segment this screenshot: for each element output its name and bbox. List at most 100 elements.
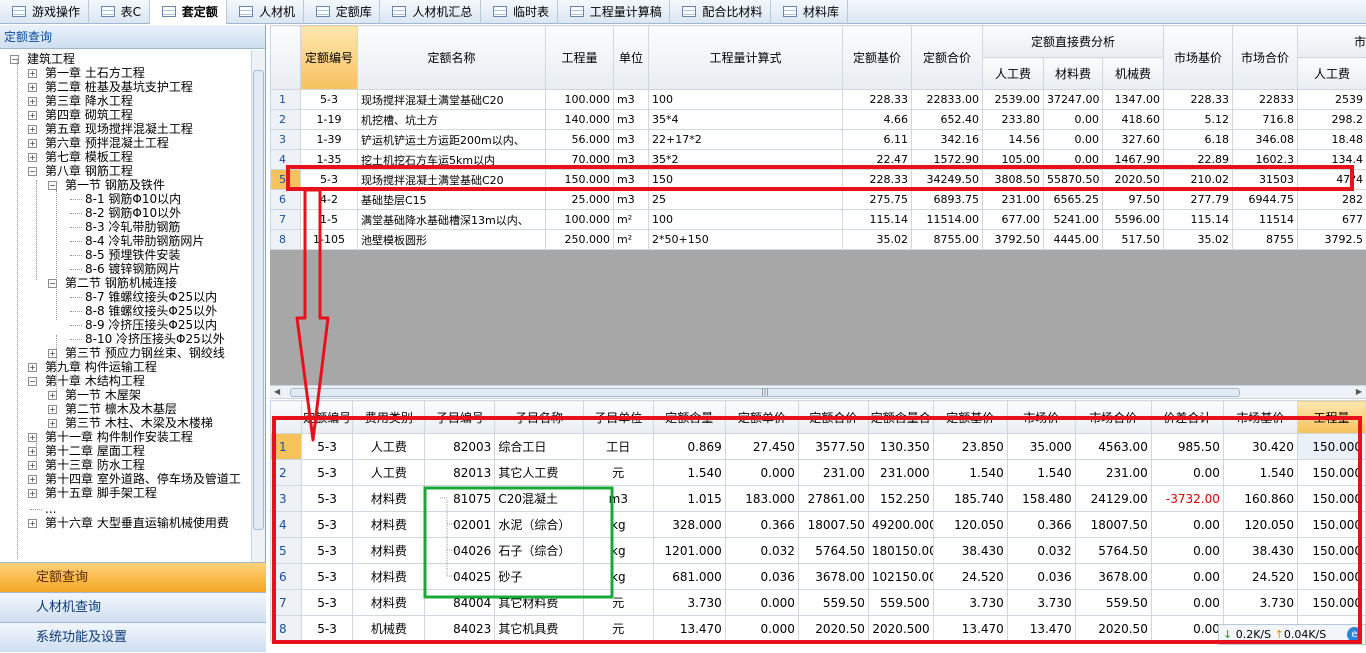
quota-row[interactable]: 21-19机挖槽、坑土方140.000m335*44.66652.40233.8… — [271, 110, 1366, 130]
cell-code[interactable]: 5-3 — [301, 90, 358, 110]
col-header-base-price[interactable]: 定额基价 — [843, 26, 912, 90]
tab-apply-quota[interactable]: 套定额 — [150, 0, 227, 24]
cell-machine[interactable]: 517.50 — [1103, 230, 1164, 250]
cell-market-price[interactable]: 115.14 — [1164, 210, 1233, 230]
scroll-left-arrow-icon[interactable]: ◀ — [274, 387, 280, 396]
detail-cell-total[interactable]: 3678.00 — [798, 564, 868, 590]
detail-row[interactable]: 35-3材料费81075C20混凝土m31.015183.00027861.00… — [271, 486, 1366, 512]
cell-base-total[interactable]: 34249.50 — [912, 170, 983, 190]
cell-unit[interactable]: m3 — [614, 190, 649, 210]
detail-col-header[interactable]: 定额编号 — [301, 401, 352, 434]
detail-cell-content[interactable]: 3.730 — [653, 590, 725, 616]
tree-node[interactable]: −建筑工程 — [26, 52, 76, 66]
detail-cell-total[interactable]: 5764.50 — [798, 538, 868, 564]
tree-node[interactable]: +第三节 木柱、木梁及木楼梯 — [64, 416, 214, 430]
detail-cell-sub-code[interactable]: 04025 — [425, 564, 495, 590]
tree-node[interactable]: +第十二章 屋面工程 — [44, 444, 146, 458]
detail-cell-code[interactable]: 5-3 — [301, 590, 352, 616]
cell-formula[interactable]: 100 — [649, 210, 843, 230]
cell-market-labor[interactable]: 282 — [1298, 190, 1366, 210]
tab-quantity-draft[interactable]: 工程量计算稿 — [558, 0, 671, 24]
detail-cell-price[interactable]: 27.450 — [725, 434, 798, 460]
cell-material[interactable]: 55870.50 — [1044, 170, 1103, 190]
detail-cell-price[interactable]: 0.032 — [725, 538, 798, 564]
detail-cell-diff[interactable]: -3732.00 — [1151, 486, 1223, 512]
detail-col-header[interactable]: 工程量 — [1297, 401, 1365, 434]
tree-node[interactable]: +第三章 降水工程 — [44, 94, 134, 108]
tab-temp-table[interactable]: 临时表 — [481, 0, 558, 24]
expand-icon[interactable]: + — [28, 69, 37, 78]
tab-game-ops[interactable]: 游戏操作 — [0, 0, 89, 24]
detail-cell-price[interactable]: 0.000 — [725, 590, 798, 616]
quota-tree[interactable]: −建筑工程+第一章 土石方工程+第二章 桩基及基坑支护工程+第三章 降水工程+第… — [0, 50, 250, 573]
col-header-labor[interactable]: 人工费 — [983, 58, 1044, 90]
expand-icon[interactable]: + — [28, 153, 37, 162]
tree-node[interactable]: +第十五章 脚手架工程 — [44, 486, 158, 500]
cell-qty[interactable]: 25.000 — [546, 190, 614, 210]
cell-labor[interactable]: 231.00 — [983, 190, 1044, 210]
detail-col-header[interactable]: 费用类别 — [353, 401, 425, 434]
cell-base-price[interactable]: 228.33 — [843, 90, 912, 110]
cell-market-labor[interactable]: 3792.5 — [1298, 230, 1366, 250]
detail-col-header[interactable]: 子目名称 — [495, 401, 584, 434]
detail-cell-qty[interactable]: 150.000 — [1297, 590, 1365, 616]
detail-cell-cat[interactable]: 材料费 — [353, 590, 425, 616]
detail-cell-diff[interactable]: 985.50 — [1151, 434, 1223, 460]
tree-node[interactable]: 8-10 冷挤压接头Φ25以外 — [84, 332, 226, 346]
cell-labor[interactable]: 2539.00 — [983, 90, 1044, 110]
row-number[interactable]: 8 — [271, 230, 301, 250]
col-header-material[interactable]: 材料费 — [1044, 58, 1103, 90]
detail-cell-mkt-base[interactable]: 1.540 — [1223, 460, 1297, 486]
expand-icon[interactable]: + — [28, 97, 37, 106]
detail-cell-cat[interactable]: 材料费 — [353, 512, 425, 538]
detail-cell-sub-name[interactable]: 石子（综合） — [495, 538, 584, 564]
collapse-icon[interactable]: − — [28, 167, 37, 176]
detail-cell-mkt-total[interactable]: 2020.50 — [1075, 616, 1151, 642]
cell-machine[interactable]: 5596.00 — [1103, 210, 1164, 230]
tree-node[interactable]: +第十四章 室外道路、停车场及管道工 — [44, 472, 242, 486]
cell-qty[interactable]: 250.000 — [546, 230, 614, 250]
cell-labor[interactable]: 3808.50 — [983, 170, 1044, 190]
cell-base-price[interactable]: 228.33 — [843, 170, 912, 190]
detail-cell-total[interactable]: 27861.00 — [798, 486, 868, 512]
quota-row[interactable]: 31-39铲运机铲运土方运距200m以内、56.000m322+17*26.11… — [271, 130, 1366, 150]
quota-row[interactable]: 71-5满堂基础降水基础槽深13m以内、100.000m²100115.1411… — [271, 210, 1366, 230]
detail-col-header[interactable]: 定额合价 — [798, 401, 868, 434]
detail-col-header[interactable]: 定额含量合 — [868, 401, 933, 434]
tab-quota-library[interactable]: 定额库 — [304, 0, 381, 24]
cell-unit[interactable]: m3 — [614, 170, 649, 190]
tab-mix-material[interactable]: 配合比材料 — [670, 0, 771, 24]
cell-labor[interactable]: 233.80 — [983, 110, 1044, 130]
tab-table-c[interactable]: 表C — [89, 0, 150, 24]
cell-market-labor[interactable]: 47?4 — [1298, 170, 1366, 190]
detail-cell-price[interactable]: 0.036 — [725, 564, 798, 590]
cell-formula[interactable]: 35*2 — [649, 150, 843, 170]
cell-formula[interactable]: 22+17*2 — [649, 130, 843, 150]
cell-unit[interactable]: m² — [614, 230, 649, 250]
detail-cell-cat[interactable]: 材料费 — [353, 564, 425, 590]
cell-name[interactable]: 池壁模板圆形 — [358, 230, 546, 250]
detail-cell-content[interactable]: 1201.000 — [653, 538, 725, 564]
cell-formula[interactable]: 35*4 — [649, 110, 843, 130]
detail-cell-total[interactable]: 2020.50 — [798, 616, 868, 642]
cell-code[interactable]: 1-39 — [301, 130, 358, 150]
cell-name[interactable]: 现场搅拌混凝土满堂基础C20 — [358, 170, 546, 190]
detail-cell-diff[interactable]: 0.00 — [1151, 616, 1223, 642]
cell-machine[interactable]: 327.60 — [1103, 130, 1164, 150]
detail-cell-price[interactable]: 0.366 — [725, 512, 798, 538]
cell-material[interactable]: 0.00 — [1044, 110, 1103, 130]
row-number[interactable]: 5 — [271, 538, 302, 564]
detail-cell-content[interactable]: 0.869 — [653, 434, 725, 460]
detail-cell-sub-name[interactable]: 综合工日 — [495, 434, 584, 460]
col-header-machine[interactable]: 机械费 — [1103, 58, 1164, 90]
detail-cell-mkt-base[interactable]: 30.420 — [1223, 434, 1297, 460]
expand-icon[interactable]: + — [28, 111, 37, 120]
cell-machine[interactable]: 1347.00 — [1103, 90, 1164, 110]
detail-cell-price[interactable]: 0.000 — [725, 616, 798, 642]
cell-base-total[interactable]: 342.16 — [912, 130, 983, 150]
tree-node[interactable]: 8-7 锥螺纹接头Φ25以内 — [84, 290, 218, 304]
row-number[interactable]: 7 — [271, 590, 302, 616]
col-header-qty[interactable]: 工程量 — [546, 26, 614, 90]
detail-cell-cat[interactable]: 材料费 — [353, 486, 425, 512]
detail-cell-diff[interactable]: 0.00 — [1151, 564, 1223, 590]
